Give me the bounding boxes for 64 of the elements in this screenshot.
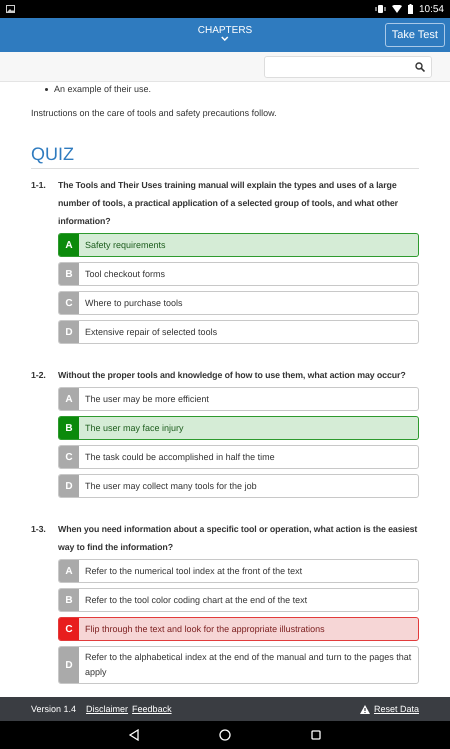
question-text: The Tools and Their Uses training manual will explain the types and uses of a large number of tools, a practical application of a selected group of tools, and what other information?: [58, 179, 399, 228]
warning-icon: [360, 704, 370, 714]
search-icon: [415, 62, 425, 72]
option-letter: D: [59, 647, 79, 683]
option-text: Safety requirements: [84, 238, 167, 252]
answer-option[interactable]: C Where to purchase tools: [58, 291, 419, 315]
option-letter: D: [59, 321, 79, 343]
answer-option[interactable]: C Flip through the text and look for the appropriate illustrations: [58, 617, 419, 641]
option-text: Refer to the tool color coding chart at the end of the text: [84, 594, 308, 607]
back-icon[interactable]: [129, 729, 139, 741]
wifi-icon: [392, 5, 402, 13]
option-text: The user may be more efficient: [84, 392, 210, 406]
search-field[interactable]: [264, 56, 432, 78]
quiz-heading: QUIZ: [31, 144, 419, 169]
option-text: Refer to the alphabetical index at the end of the manual and turn to the pages that apply: [84, 651, 412, 679]
option-letter: A: [59, 388, 79, 410]
option-letter: D: [59, 475, 79, 497]
option-text: The user may collect many tools for the job: [84, 480, 258, 493]
option-text: Extensive repair of selected tools: [84, 326, 218, 339]
image-icon: [6, 5, 15, 13]
answer-option[interactable]: C The task could be accomplished in half the time: [58, 445, 419, 469]
battery-icon: [408, 4, 413, 14]
footer-link[interactable]: Disclaimer: [86, 704, 128, 714]
paragraph: Instructions on the care of tools and safety precautions follow.: [31, 108, 278, 118]
option-letter: B: [59, 417, 79, 439]
option-letter: B: [59, 263, 79, 285]
option-text: Where to purchase tools: [84, 296, 184, 310]
answer-option[interactable]: B Tool checkout forms: [58, 262, 419, 286]
question-number: 1-3.: [31, 523, 47, 536]
option-letter: A: [59, 234, 79, 256]
home-icon[interactable]: [219, 729, 231, 741]
version-label: Version 1.4: [31, 704, 76, 714]
option-letter: C: [59, 292, 79, 314]
clock: 10:54: [418, 4, 444, 14]
chevron-icon: [221, 36, 229, 41]
question-number: 1-2.: [31, 369, 47, 382]
question-number: 1-1.: [31, 179, 47, 192]
answer-option[interactable]: A Safety requirements: [58, 233, 419, 257]
option-letter: C: [59, 618, 79, 640]
option-letter: B: [59, 589, 79, 611]
footer-link[interactable]: Feedback: [132, 704, 172, 714]
take-test-button[interactable]: Take Test: [384, 23, 445, 47]
option-letter: C: [59, 446, 79, 468]
option-text: Tool checkout forms: [84, 268, 166, 280]
answer-option[interactable]: B The user may face injury: [58, 416, 419, 440]
question-text: Without the proper tools and knowledge of how to use them, what action may occur?: [58, 369, 406, 382]
answer-option[interactable]: A Refer to the numerical tool index at the front of the text: [58, 559, 419, 583]
answer-option[interactable]: B Refer to the tool color coding chart at the end of the text: [58, 588, 419, 612]
option-text: The user may face injury: [84, 422, 185, 435]
bullet-text: An example of their use.: [54, 84, 152, 94]
vibrate-icon: [374, 4, 386, 14]
reset-data-link[interactable]: Reset Data: [374, 704, 419, 714]
option-letter: A: [59, 560, 79, 582]
option-text: Flip through the text and look for the appropriate illustrations: [84, 622, 326, 636]
option-text: Refer to the numerical tool index at the front of the text: [84, 564, 304, 578]
question-text: When you need information about a specific tool or operation, what action is the easiest way to find the information?: [58, 523, 418, 554]
bullet-dot: [45, 88, 48, 90]
answer-option[interactable]: A The user may be more efficient: [58, 387, 419, 411]
answer-option[interactable]: D The user may collect many tools for the job: [58, 474, 419, 498]
chapters-menu-button[interactable]: CHAPTERS: [198, 25, 252, 41]
answer-option[interactable]: D Refer to the alphabetical index at the end of the manual and turn to the pages that apply: [58, 646, 419, 684]
option-text: The task could be accomplished in half the time: [84, 450, 276, 464]
answer-option[interactable]: D Extensive repair of selected tools: [58, 320, 419, 344]
recents-icon[interactable]: [311, 730, 321, 740]
